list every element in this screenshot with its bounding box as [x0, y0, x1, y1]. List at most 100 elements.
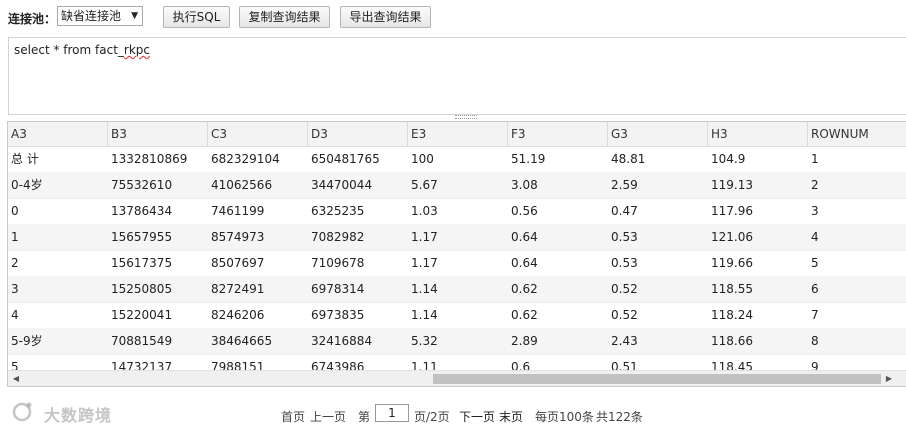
table-cell: 118.55 [711, 282, 753, 296]
table-cell: 75532610 [111, 178, 173, 192]
per-page-label: 每页100条 [535, 410, 594, 424]
sql-editor[interactable]: select * from fact_rkpc [8, 37, 906, 115]
table-cell: 2.59 [611, 178, 638, 192]
connection-pool-label: 连接池： [8, 12, 57, 26]
table-cell: 48.81 [611, 152, 646, 166]
table-cell: 3.08 [511, 178, 538, 192]
table-cell: 6325235 [311, 204, 365, 218]
export-results-button[interactable]: 导出查询结果 [340, 6, 431, 28]
table-cell: 32416884 [311, 334, 373, 348]
table-cell: 34470044 [311, 178, 373, 192]
table-cell: 13786434 [111, 204, 173, 218]
table-cell: 0.52 [611, 282, 638, 296]
table-cell: 118.66 [711, 334, 753, 348]
table-cell: 5 [811, 256, 819, 270]
table-cell: 0.53 [611, 230, 638, 244]
copy-results-button[interactable]: 复制查询结果 [239, 6, 330, 28]
table-cell: 117.96 [711, 204, 753, 218]
table-cell: 1 [811, 152, 819, 166]
pagination: 首页 上一页 第 1 页/2页 下一页 末页 每页100条 共122条 [0, 402, 906, 426]
table-cell: 4 [811, 230, 819, 244]
first-page-link[interactable]: 首页 [281, 408, 305, 425]
connection-pool-value: 缺省连接池 [61, 9, 122, 23]
watermark: 大数跨境 [10, 398, 130, 428]
table-cell: 6973835 [311, 308, 365, 322]
table-cell: 104.9 [711, 152, 746, 166]
table-row[interactable]: 总 计 1332810869 682329104 650481765 100 51.19 4… [8, 146, 906, 173]
table-cell: 38464665 [211, 334, 273, 348]
watermark-text: 大数跨境 [44, 406, 113, 425]
table-row[interactable]: 1 15657955 8574973 7082982 1.17 0.64 0.53 121.0… [8, 224, 906, 251]
table-cell: 1.14 [411, 308, 438, 322]
watermark-logo-icon [12, 402, 32, 422]
table-cell: 1.03 [411, 204, 438, 218]
record-count-label: 共122条 [596, 410, 643, 424]
table-row[interactable]: 0-4岁 75532610 41062566 34470044 5.67 3.08 2.59… [8, 172, 906, 199]
horizontal-scrollbar[interactable]: ◀ ▶ [8, 370, 906, 386]
table-cell: 0.56 [511, 204, 538, 218]
table-cell: 4 [11, 308, 19, 322]
table-cell: 0 [11, 204, 19, 218]
scroll-right-icon[interactable]: ▶ [883, 373, 895, 385]
column-header[interactable]: ROWNUM [808, 122, 906, 146]
table-row[interactable]: 4 15220041 8246206 6973835 1.14 0.62 0.52 118.2… [8, 302, 906, 329]
table-cell: 682329104 [211, 152, 280, 166]
table-cell: 7 [811, 308, 819, 322]
table-cell: 7082982 [311, 230, 365, 244]
prev-page-link[interactable]: 上一页 [310, 408, 346, 425]
table-cell: 119.13 [711, 178, 753, 192]
table-row[interactable]: 3 15250805 8272491 6978314 1.14 0.62 0.52 118.5… [8, 276, 906, 303]
toolbar: 连接池： 缺省连接池 ▼ 执行SQL 复制查询结果 导出查询结果 [0, 0, 906, 34]
page-number-input[interactable]: 1 [375, 404, 409, 422]
sql-text: select * from fact_ [14, 43, 124, 57]
column-header[interactable]: B3 [108, 122, 208, 146]
table-row[interactable]: 2 15617375 8507697 7109678 1.17 0.64 0.53 119.6… [8, 250, 906, 277]
execute-sql-button[interactable]: 执行SQL [163, 6, 230, 28]
table-row[interactable]: 0 13786434 7461199 6325235 1.03 0.56 0.47 117.9… [8, 198, 906, 225]
table-cell: 6 [811, 282, 819, 296]
table-row[interactable]: 5-9岁 70881549 38464665 32416884 5.32 2.89 2.43… [8, 328, 906, 355]
connection-pool-select[interactable]: 缺省连接池 ▼ [57, 6, 143, 26]
table-cell: 1.17 [411, 256, 438, 270]
last-page-link[interactable]: 末页 [499, 408, 523, 425]
table-cell: 0.62 [511, 308, 538, 322]
table-cell: 2.89 [511, 334, 538, 348]
table-cell: 100 [411, 152, 434, 166]
table-cell: 121.06 [711, 230, 753, 244]
table-cell: 119.66 [711, 256, 753, 270]
column-header[interactable]: A3 [8, 122, 108, 146]
column-header[interactable]: E3 [408, 122, 508, 146]
table-cell: 8 [811, 334, 819, 348]
table-cell: 70881549 [111, 334, 173, 348]
table-cell: 8574973 [211, 230, 265, 244]
table-cell: 5.67 [411, 178, 438, 192]
table-cell: 15220041 [111, 308, 173, 322]
table-cell: 15657955 [111, 230, 173, 244]
scroll-left-icon[interactable]: ◀ [10, 373, 22, 385]
table-cell: 2 [811, 178, 819, 192]
table-cell: 8272491 [211, 282, 265, 296]
table-cell: 8246206 [211, 308, 265, 322]
sql-text-spellcheck-flagged: rkpc [123, 43, 151, 57]
table-cell: 0-4岁 [11, 178, 43, 192]
editor-resize-handle[interactable] [455, 115, 477, 119]
scrollbar-thumb[interactable] [433, 374, 881, 384]
column-header[interactable]: C3 [208, 122, 308, 146]
table-cell: 41062566 [211, 178, 273, 192]
column-header[interactable]: G3 [608, 122, 708, 146]
chevron-down-icon: ▼ [131, 11, 138, 21]
next-page-link[interactable]: 下一页 [459, 408, 495, 425]
table-cell: 0.47 [611, 204, 638, 218]
table-cell: 总 计 [11, 152, 39, 166]
table-cell: 51.19 [511, 152, 546, 166]
table-cell: 7109678 [311, 256, 365, 270]
column-header[interactable]: H3 [708, 122, 808, 146]
table-cell: 6978314 [311, 282, 365, 296]
grid-header-row: A3 B3 C3 D3 E3 F3 G3 H3 ROWNUM [8, 122, 906, 147]
table-cell: 0.62 [511, 282, 538, 296]
table-cell: 15617375 [111, 256, 173, 270]
column-header[interactable]: D3 [308, 122, 408, 146]
table-cell: 118.24 [711, 308, 753, 322]
column-header[interactable]: F3 [508, 122, 608, 146]
table-cell: 8507697 [211, 256, 265, 270]
